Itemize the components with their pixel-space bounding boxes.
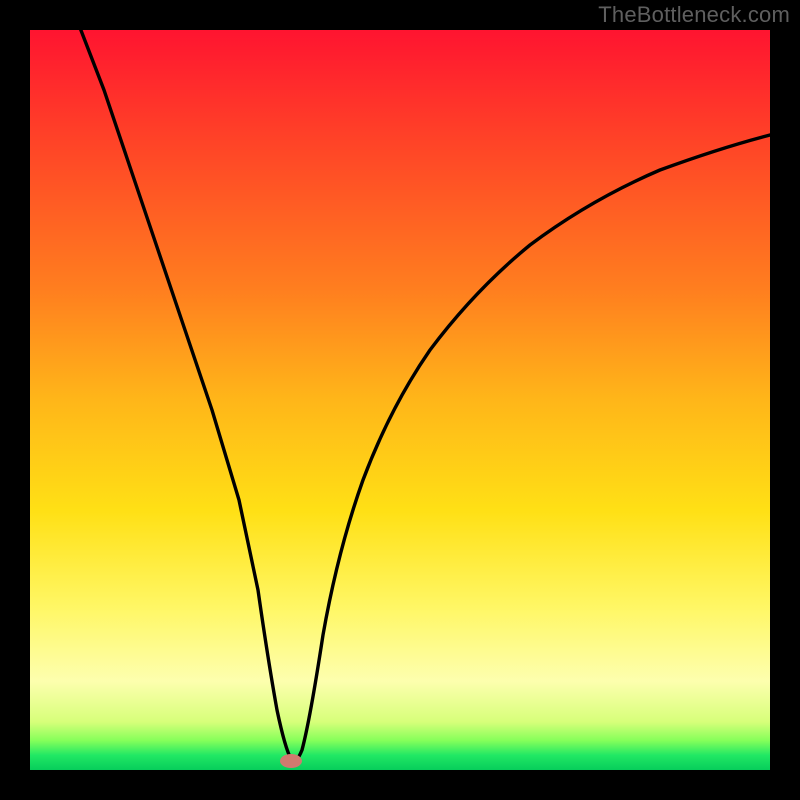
watermark-text: TheBottleneck.com (598, 2, 790, 28)
bottleneck-curve (77, 30, 770, 761)
min-marker (280, 754, 302, 768)
bottleneck-curve-svg (30, 30, 770, 770)
chart-frame: TheBottleneck.com (0, 0, 800, 800)
plot-area (30, 30, 770, 770)
